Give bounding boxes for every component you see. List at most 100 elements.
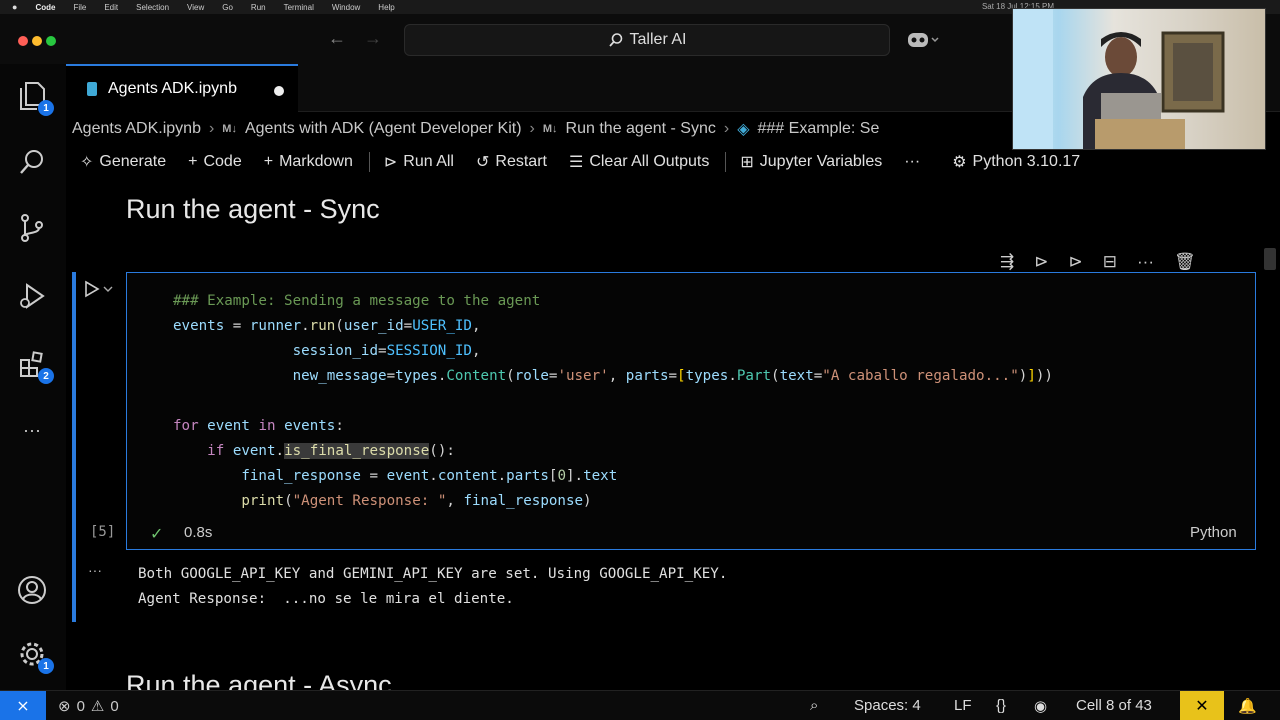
copilot-icon[interactable] [906,29,940,56]
tab-agents-adk[interactable]: Agents ADK.ipynb [66,64,298,112]
scrollbar-thumb[interactable] [1264,248,1276,270]
table-icon: ⊞ [740,154,754,171]
menu-file[interactable]: File [73,3,86,12]
menu-terminal[interactable]: Terminal [284,3,314,12]
run-by-line-icon[interactable]: ⇶ [1000,252,1014,272]
minimize-window-button[interactable] [32,36,42,46]
presenter-image [1013,9,1225,149]
settings-badge: 1 [38,658,54,674]
run-all-icon: ⊳ [383,154,398,171]
jupyter-variables-label: Jupyter Variables [759,153,883,170]
do-not-disturb-icon[interactable]: ✕ [1180,691,1224,720]
problems-indicator[interactable]: ⊗ 0 ⚠ 0 [58,697,119,716]
markdown-heading: Run the agent - Sync [126,194,380,224]
add-markdown-button[interactable]: + Markdown [264,153,353,171]
webcam-overlay [1012,8,1266,150]
more-icon[interactable]: ··· [1137,252,1154,272]
apple-icon[interactable]: ● [12,2,17,12]
more-actions-button[interactable]: ··· [904,153,920,171]
zoom-window-button[interactable] [46,36,56,46]
search-label: Taller AI [629,31,687,48]
execute-above-icon[interactable]: ⊳ [1034,252,1048,272]
remote-indicator-icon[interactable]: ⨯ [0,691,46,720]
warning-icon: ⚠ [90,698,105,715]
breadcrumb-item[interactable]: ### Example: Se [758,120,880,138]
code-label: Code [203,153,242,170]
extensions-badge: 2 [38,368,54,384]
clear-outputs-button[interactable]: ☰ Clear All Outputs [569,152,709,172]
run-cell-button[interactable] [84,280,114,303]
breadcrumb-item[interactable]: Run the agent - Sync [566,120,716,138]
line-ending-setting[interactable]: LF [954,697,972,714]
run-debug-icon[interactable] [16,280,48,312]
chevron-right-icon: › [529,120,535,137]
notebook-file-icon [87,82,97,96]
execution-count: [5] [90,524,116,540]
run-all-button[interactable]: ⊳ Run All [384,152,454,172]
check-icon: ✓ [150,526,164,543]
search-sidebar-icon[interactable] [16,146,48,178]
indentation-setting[interactable]: Spaces: 4 [854,697,921,714]
code-cell-icon: ◈ [737,121,750,138]
cell-output: Both GOOGLE_API_KEY and GEMINI_API_KEY a… [138,562,727,612]
bell-icon[interactable]: 🔔 [1238,697,1257,715]
kernel-picker[interactable]: ⚙ Python 3.10.17 [952,152,1080,172]
toolbar-divider [368,152,370,172]
error-count: 0 [76,697,85,715]
code-cell-editor[interactable]: ### Example: Sending a message to the ag… [126,272,1256,550]
jupyter-variables-button[interactable]: ⊞ Jupyter Variables [740,152,882,172]
cell-language-picker[interactable]: Python [1190,524,1237,541]
sparkle-icon: ✧ [80,154,94,171]
generate-button[interactable]: ✧ Generate [80,152,166,172]
breadcrumb-item[interactable]: Agents ADK.ipynb [72,120,201,138]
language-mode[interactable]: {} [996,697,1006,714]
source-control-icon[interactable] [16,212,48,244]
generate-label: Generate [99,153,167,170]
settings-gear-icon[interactable]: 1 [16,638,54,674]
notebook-toolbar: ✧ Generate + Code + Markdown ⊳ Run All ↺ Rest… [66,146,1280,178]
breadcrumb-item[interactable]: Agents with ADK (Agent Developer Kit) [245,120,522,138]
plus-icon: + [263,153,274,170]
error-icon: ⊗ [58,698,71,715]
explorer-badge: 1 [38,100,54,116]
menu-help[interactable]: Help [378,3,394,12]
split-cell-icon[interactable]: ⊟ [1103,252,1117,272]
menu-edit[interactable]: Edit [104,3,118,12]
output-line: Agent Response: ...no se le mira el dien… [138,591,514,607]
execution-time: 0.8s [184,524,213,541]
add-code-button[interactable]: + Code [188,153,242,171]
toolbar-divider [725,152,727,172]
menu-window[interactable]: Window [332,3,360,12]
menu-selection[interactable]: Selection [136,3,169,12]
output-actions-icon[interactable]: ··· [88,562,102,578]
command-center-search[interactable]: Taller AI [404,24,890,56]
markdown-icon: M↓ [542,123,558,135]
execute-below-icon[interactable]: ⊳ [1069,252,1083,272]
menu-view[interactable]: View [187,3,204,12]
chevron-right-icon: › [208,120,215,137]
back-arrow-icon[interactable]: ← [328,28,346,49]
cell-position[interactable]: Cell 8 of 43 [1076,697,1152,714]
markdown-label: Markdown [279,153,353,170]
restart-button[interactable]: ↺ Restart [476,152,547,172]
search-icon [608,33,622,47]
menu-code[interactable]: Code [35,3,55,12]
plus-icon: + [188,153,198,170]
extensions-icon[interactable]: 2 [16,348,54,384]
cell-toolbar: ⇶ ⊳ ⊳ ⊟ ··· 🗑 [1000,252,1196,272]
menu-run[interactable]: Run [251,3,266,12]
menu-go[interactable]: Go [222,3,233,12]
kernel-icon: ⚙ [952,154,967,171]
unsaved-dot-icon[interactable] [274,86,284,96]
copilot-status-icon[interactable]: ◉ [1034,697,1047,715]
account-icon[interactable] [16,574,48,606]
close-window-button[interactable] [18,36,28,46]
more-views-icon[interactable]: ··· [16,414,48,446]
markdown-icon: M↓ [222,123,237,135]
zoom-icon[interactable]: ⌕ [810,697,818,714]
delete-cell-icon[interactable]: 🗑 [1174,252,1196,272]
explorer-icon[interactable]: 1 [16,80,54,116]
kernel-label: Python 3.10.17 [972,153,1081,170]
forward-arrow-icon[interactable]: → [364,28,382,49]
clear-icon: ☰ [568,154,584,171]
